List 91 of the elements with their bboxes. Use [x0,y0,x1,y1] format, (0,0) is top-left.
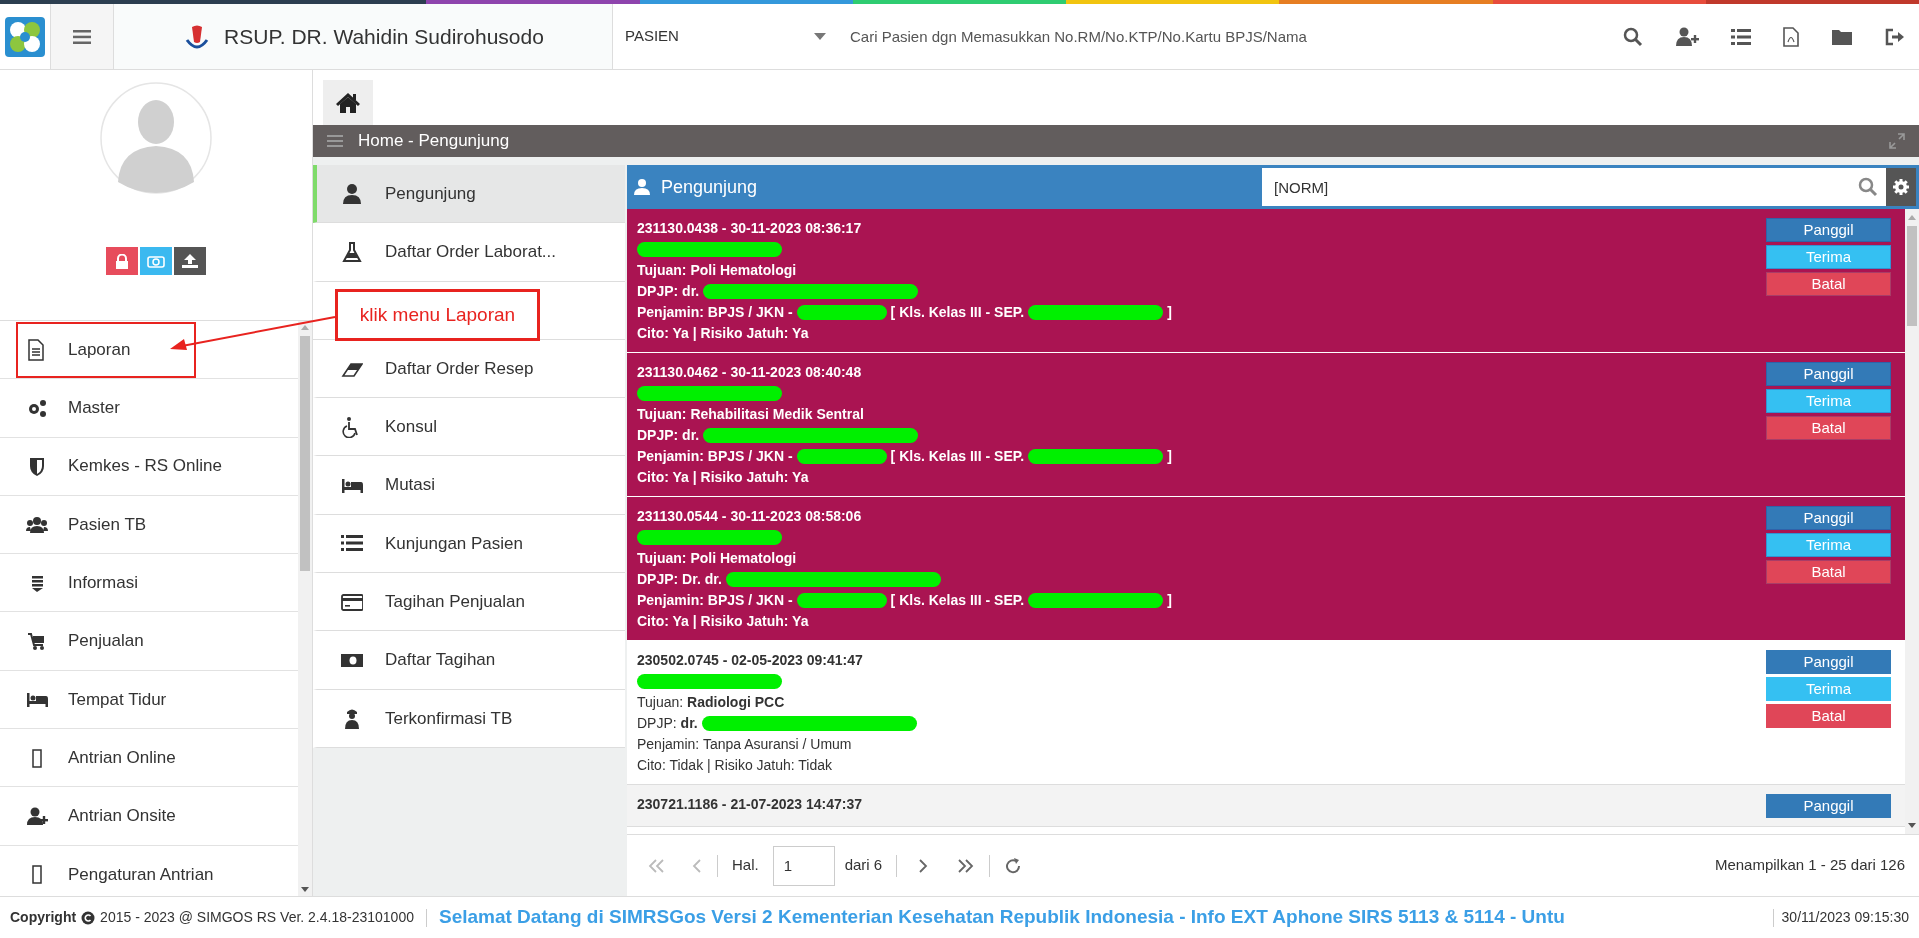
last-page-icon[interactable] [957,857,976,874]
upload-icon [181,253,199,269]
copyright-label: Copyright [10,908,77,927]
visit-detail: Tujuan: Radiologi PCC [637,693,785,712]
category-dropdown[interactable]: PASIEN [613,4,838,69]
cancel-button[interactable]: Batal [1766,272,1891,296]
call-button[interactable]: Panggil [1766,794,1891,818]
submenu-item[interactable]: Daftar Order Resep [313,339,625,399]
cancel-button[interactable]: Batal [1766,416,1891,440]
cancel-button[interactable]: Batal [1766,560,1891,584]
visit-header: 230502.0745 - 02-05-2023 09:41:47 [637,651,864,670]
page-label: Hal. [732,855,759,876]
visit-detail: Tujuan: Poli Hematologi [637,549,797,568]
submenu-item[interactable]: Kunjungan Pasien [313,514,625,574]
visit-detail: [ Kls. Kelas III - SEP. [890,447,1025,466]
search-icon[interactable] [1623,26,1643,47]
visit-detail: ] [1167,447,1172,466]
user-icon [633,178,651,196]
cancel-button[interactable]: Batal [1766,704,1891,728]
visit-header: 230721.1186 - 21-07-2023 14:47:37 [637,795,863,814]
visit-detail: Penjamin: BPJS / JKN - [637,303,793,322]
submenu-item[interactable]: Daftar Order Laborat... [313,223,625,282]
call-button[interactable]: Panggil [1766,506,1891,530]
submenu-item[interactable]: Konsul [313,398,625,457]
call-button[interactable]: Panggil [1766,362,1891,386]
search-icon[interactable] [1858,177,1878,197]
pdf-file-icon[interactable] [1783,26,1799,47]
visit-detail: [ Kls. Kelas III - SEP. [890,303,1025,322]
visit-detail: DPJP: dr. [637,282,700,301]
add-user-icon[interactable] [1675,26,1699,47]
visit-detail: Cito: Ya | Risiko Jatuh: Ya [637,324,809,343]
upload-button[interactable] [174,247,206,275]
sidebar-menu-item[interactable]: Pasien TB [0,495,298,555]
app-logo-icon [5,16,45,57]
news-ticker: Selamat Datang di SIMRSGos Versi 2 Kementerian Kesehatan Republik Indonesia - Info EXT Aphone SIRS 5113 & 5114 - Untu [438,905,1566,930]
visit-detail: Cito: Tidak | Risiko Jatuh: Tidak [637,756,833,775]
sidebar-menu-item[interactable]: Laporan [0,321,298,380]
visit-detail: ] [1167,591,1172,610]
page-number-field[interactable]: 1 [772,845,835,886]
user-icon [341,182,363,205]
settings-icon [1892,178,1910,196]
home-button[interactable] [323,80,373,125]
visit-detail: Penjamin: BPJS / JKN - [637,591,793,610]
settings-button[interactable] [1886,168,1916,206]
visit-detail: Tujuan: Rehabilitasi Medik Sentral [637,405,864,424]
page-count: dari 6 [844,855,883,876]
visit-header: 231130.0544 - 30-11-2023 08:58:06 [637,507,863,526]
sidebar-menu-item[interactable]: Kemkes - RS Online [0,437,298,496]
hospital-name: RSUP. DR. Wahidin Sudirohusodo [224,23,544,50]
scrollbar[interactable] [1905,209,1919,834]
visit-detail: ] [1167,303,1172,322]
copyright-icon [81,910,96,925]
breadcrumb: Home - Pengunjung [358,130,511,153]
lock-button[interactable] [106,247,138,275]
submenu-item[interactable]: Pengunjung [313,165,625,224]
next-page-icon[interactable] [917,857,930,874]
page-summary: Menampilkan 1 - 25 dari 126 [1714,855,1905,876]
visit-detail: DPJP: dr. [637,426,700,445]
visit-detail: DPJP: Dr. dr. [637,570,722,589]
patient-search-field[interactable]: Cari Pasien dgn Memasukkan No.RM/No.KTP/No.Kartu BPJS/Nama [838,4,1607,69]
panel-title: Pengunjung [661,175,759,199]
visit-detail: Cito: Ya | Risiko Jatuh: Ya [637,612,809,631]
lock-icon [115,253,129,269]
menu-icon[interactable] [73,29,91,44]
submenu-item[interactable]: Tagihan Penjualan [313,573,625,632]
copyright-text: 2015 - 2023 @ SIMGOS RS Ver. 2.4.18-23101000 [100,908,414,927]
call-button[interactable]: Panggil [1766,650,1891,674]
refresh-icon[interactable] [1004,856,1023,875]
visit-detail: Tujuan: Poli Hematologi [637,261,797,280]
home-icon [335,91,361,114]
visit-header: 231130.0438 - 30-11-2023 08:36:17 [637,219,863,238]
submenu-item[interactable]: Terkonfirmasi TB [313,689,625,748]
scrollbar[interactable] [298,321,312,896]
submenu-item[interactable]: Daftar Tagihan [313,631,625,690]
call-button[interactable]: Panggil [1766,218,1891,242]
visit-detail: Penjamin: BPJS / JKN - [637,447,793,466]
add-user-icon [26,805,48,827]
visit-detail: Penjamin: Tanpa Asuransi / Umum [637,735,852,754]
camera-icon [147,254,165,268]
folder-icon[interactable] [1831,27,1853,46]
list-icon[interactable] [1731,27,1751,46]
annotation-callout: klik menu Laporan [335,289,540,341]
visit-detail: Cito: Ya | Risiko Jatuh: Ya [637,468,809,487]
flask-icon [341,240,363,263]
submenu-item[interactable]: Mutasi [313,456,625,515]
visit-header: 231130.0462 - 30-11-2023 08:40:48 [637,363,863,382]
visit-detail: [ Kls. Kelas III - SEP. [890,591,1025,610]
sign-out-icon[interactable] [1885,27,1905,46]
visit-search-field[interactable]: [NORM] [1262,168,1886,206]
visit-detail: DPJP: dr. [637,714,698,733]
date-time: 30/11/2023 09:15:30 [1781,908,1910,927]
